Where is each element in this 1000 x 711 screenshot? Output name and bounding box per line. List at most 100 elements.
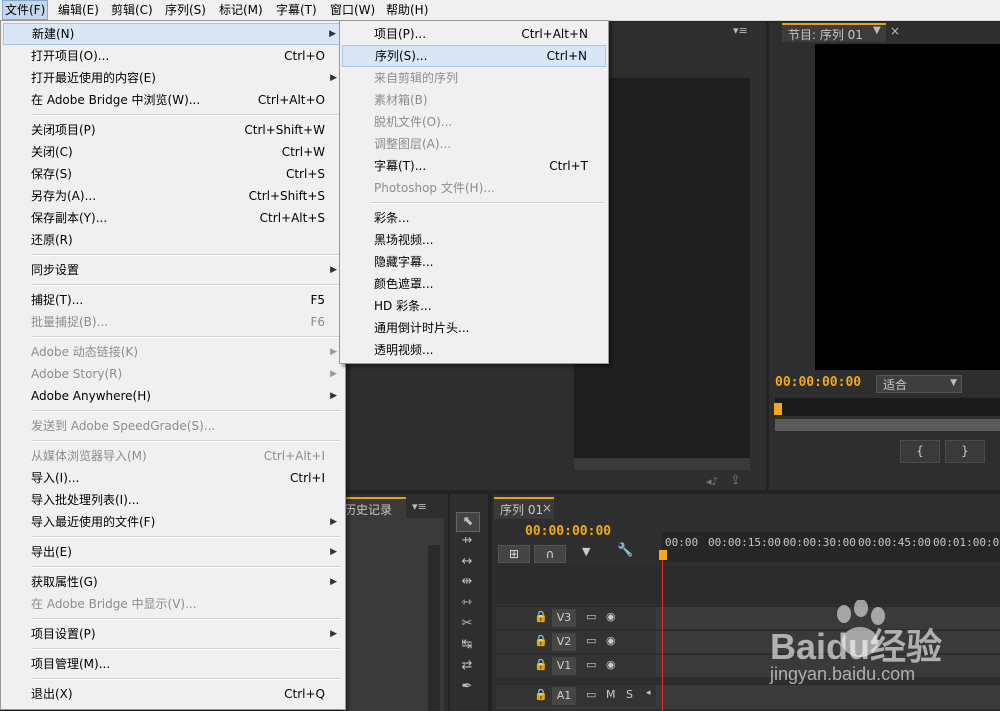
snap-icon[interactable]: ∩ <box>534 545 566 563</box>
sync-lock-icon[interactable]: ▭ <box>586 634 596 647</box>
timeline-playhead-handle-icon[interactable] <box>659 550 667 560</box>
selection-tool-icon[interactable]: ⬉ <box>456 512 480 532</box>
submenu-item-hd-bars[interactable]: HD 彩条... <box>342 295 606 317</box>
fit-select[interactable]: 适合 ▼ <box>876 375 962 393</box>
menu-item-reveal-in-bridge[interactable]: 在 Adobe Bridge 中显示(V)... <box>3 593 343 615</box>
program-timecode[interactable]: 00:00:00:00 <box>775 375 861 390</box>
solo-button[interactable]: S <box>626 688 633 701</box>
history-panel-menu-icon[interactable]: ▾≡ <box>412 500 427 513</box>
menu-item-browse-bridge[interactable]: 在 Adobe Bridge 中浏览(W)... Ctrl+Alt+O <box>3 89 343 111</box>
track-label[interactable]: V3 <box>552 609 576 627</box>
mute-button[interactable]: M <box>606 688 616 701</box>
pen-tool-icon[interactable]: ✒ <box>456 678 478 696</box>
rolling-edit-tool-icon[interactable]: ⇹ <box>456 573 478 591</box>
submenu-item-black-video[interactable]: 黑场视频... <box>342 229 606 251</box>
eye-icon[interactable]: ◉ <box>606 610 616 623</box>
submenu-item-color-matte[interactable]: 颜色遮罩... <box>342 273 606 295</box>
submenu-item-sequence-from-clip[interactable]: 来自剪辑的序列 <box>342 67 606 89</box>
menu-item-close-project[interactable]: 关闭项目(P) Ctrl+Shift+W <box>3 119 343 141</box>
submenu-item-offline-file[interactable]: 脱机文件(O)... <box>342 111 606 133</box>
lock-icon[interactable]: 🔒 <box>534 688 548 701</box>
mark-in-button[interactable]: { <box>900 440 940 463</box>
panel-menu-icon[interactable]: ▾≡ <box>733 24 748 37</box>
timeline-tab[interactable]: 序列 01 × <box>494 497 554 519</box>
voiceover-icon[interactable]: ◂ <box>646 688 651 698</box>
menu-item-close[interactable]: 关闭(C) Ctrl+W <box>3 141 343 163</box>
menu-item-import-recent-file[interactable]: 导入最近使用的文件(F) ▶ <box>3 511 343 533</box>
menu-item-import-batch-list[interactable]: 导入批处理列表(I)... <box>3 489 343 511</box>
track-label[interactable]: A1 <box>552 687 576 705</box>
menu-item-save-copy[interactable]: 保存副本(Y)... Ctrl+Alt+S <box>3 207 343 229</box>
program-tab[interactable]: 节目: 序列 01 <box>782 23 886 42</box>
menu-sequence[interactable]: 序列(S) <box>163 0 208 20</box>
add-marker-icon[interactable]: ▼ <box>582 545 590 558</box>
menu-marker[interactable]: 标记(M) <box>217 0 265 20</box>
menu-window[interactable]: 窗口(W) <box>328 0 377 20</box>
program-zoom-bar[interactable] <box>775 419 1000 431</box>
menu-file[interactable]: 文件(F) <box>2 0 49 20</box>
menu-item-open-recent[interactable]: 打开最近使用的内容(E) ▶ <box>3 67 343 89</box>
track-label[interactable]: V1 <box>552 657 576 675</box>
eye-icon[interactable]: ◉ <box>606 658 616 671</box>
razor-tool-icon[interactable]: ✂ <box>456 615 478 633</box>
submenu-item-bars-tone[interactable]: 彩条... <box>342 207 606 229</box>
sync-lock-icon[interactable]: ▭ <box>586 610 596 623</box>
menu-item-save-as[interactable]: 另存为(A)... Ctrl+Shift+S <box>3 185 343 207</box>
submenu-item-countdown-leader[interactable]: 通用倒计时片头... <box>342 317 606 339</box>
submenu-item-photoshop-file[interactable]: Photoshop 文件(H)... <box>342 177 606 199</box>
menu-edit[interactable]: 编辑(E) <box>56 0 101 20</box>
menu-item-project-settings[interactable]: 项目设置(P) ▶ <box>3 623 343 645</box>
track-label[interactable]: V2 <box>552 633 576 651</box>
nest-toggle-icon[interactable]: ⊞ <box>498 545 530 563</box>
wrench-icon[interactable]: 🔧 <box>617 543 633 558</box>
timeline-tab-close-icon[interactable]: × <box>542 501 552 515</box>
source-scrollbar[interactable] <box>574 458 750 470</box>
submenu-item-adjustment-layer[interactable]: 调整图层(A)... <box>342 133 606 155</box>
program-tab-dropdown-icon[interactable]: ▼ <box>873 25 881 36</box>
submenu-item-captions[interactable]: 隐藏字幕... <box>342 251 606 273</box>
history-scrollbar[interactable] <box>428 545 440 711</box>
eye-icon[interactable]: ◉ <box>606 634 616 647</box>
menu-item-get-properties[interactable]: 获取属性(G) ▶ <box>3 571 343 593</box>
lock-icon[interactable]: 🔒 <box>534 634 548 647</box>
menu-item-save[interactable]: 保存(S) Ctrl+S <box>3 163 343 185</box>
track-select-tool-icon[interactable]: ⇸ <box>456 532 478 550</box>
slip-tool-icon[interactable]: ↹ <box>456 636 478 654</box>
sync-lock-icon[interactable]: ▭ <box>586 688 596 701</box>
audio-icon[interactable]: ◂♪ <box>706 475 719 488</box>
menu-item-send-speedgrade[interactable]: 发送到 Adobe SpeedGrade(S)... <box>3 415 343 437</box>
menu-item-dynamic-link[interactable]: Adobe 动态链接(K) ▶ <box>3 341 343 363</box>
export-icon[interactable]: ⇪ <box>730 473 741 488</box>
submenu-item-title[interactable]: 字幕(T)... Ctrl+T <box>342 155 606 177</box>
program-playhead-icon[interactable] <box>774 403 782 415</box>
timeline-playhead[interactable] <box>662 552 663 711</box>
menu-item-batch-capture[interactable]: 批量捕捉(B)... F6 <box>3 311 343 333</box>
program-tab-close-icon[interactable]: × <box>890 24 900 38</box>
menu-item-adobe-story[interactable]: Adobe Story(R) ▶ <box>3 363 343 385</box>
menu-item-import[interactable]: 导入(I)... Ctrl+I <box>3 467 343 489</box>
submenu-item-transparent-video[interactable]: 透明视频... <box>342 339 606 361</box>
menu-item-revert[interactable]: 还原(R) <box>3 229 343 251</box>
menu-item-import-media-browser[interactable]: 从媒体浏览器导入(M) Ctrl+Alt+I <box>3 445 343 467</box>
menu-title[interactable]: 字幕(T) <box>274 0 319 20</box>
mark-out-button[interactable]: } <box>945 440 985 463</box>
menu-item-adobe-anywhere[interactable]: Adobe Anywhere(H) ▶ <box>3 385 343 407</box>
menu-item-exit[interactable]: 退出(X) Ctrl+Q <box>3 683 343 705</box>
sync-lock-icon[interactable]: ▭ <box>586 658 596 671</box>
menu-item-open-project[interactable]: 打开项目(O)... Ctrl+O <box>3 45 343 67</box>
submenu-item-sequence[interactable]: 序列(S)... Ctrl+N <box>342 45 606 67</box>
rate-stretch-tool-icon[interactable]: ⇿ <box>456 594 478 612</box>
menu-help[interactable]: 帮助(H) <box>384 0 430 20</box>
slide-tool-icon[interactable]: ⇄ <box>456 657 478 675</box>
menu-item-capture[interactable]: 捕捉(T)... F5 <box>3 289 343 311</box>
lock-icon[interactable]: 🔒 <box>534 610 548 623</box>
program-mini-timeline[interactable] <box>775 398 1000 416</box>
menu-item-sync-settings[interactable]: 同步设置 ▶ <box>3 259 343 281</box>
menu-item-new[interactable]: 新建(N) ▶ <box>3 23 343 45</box>
history-tab[interactable]: 历史记录 <box>340 497 406 519</box>
submenu-item-bin[interactable]: 素材箱(B) <box>342 89 606 111</box>
ripple-edit-tool-icon[interactable]: ↔ <box>456 553 478 571</box>
lock-icon[interactable]: 🔒 <box>534 658 548 671</box>
menu-clip[interactable]: 剪辑(C) <box>109 0 155 20</box>
menu-item-project-manager[interactable]: 项目管理(M)... <box>3 653 343 675</box>
